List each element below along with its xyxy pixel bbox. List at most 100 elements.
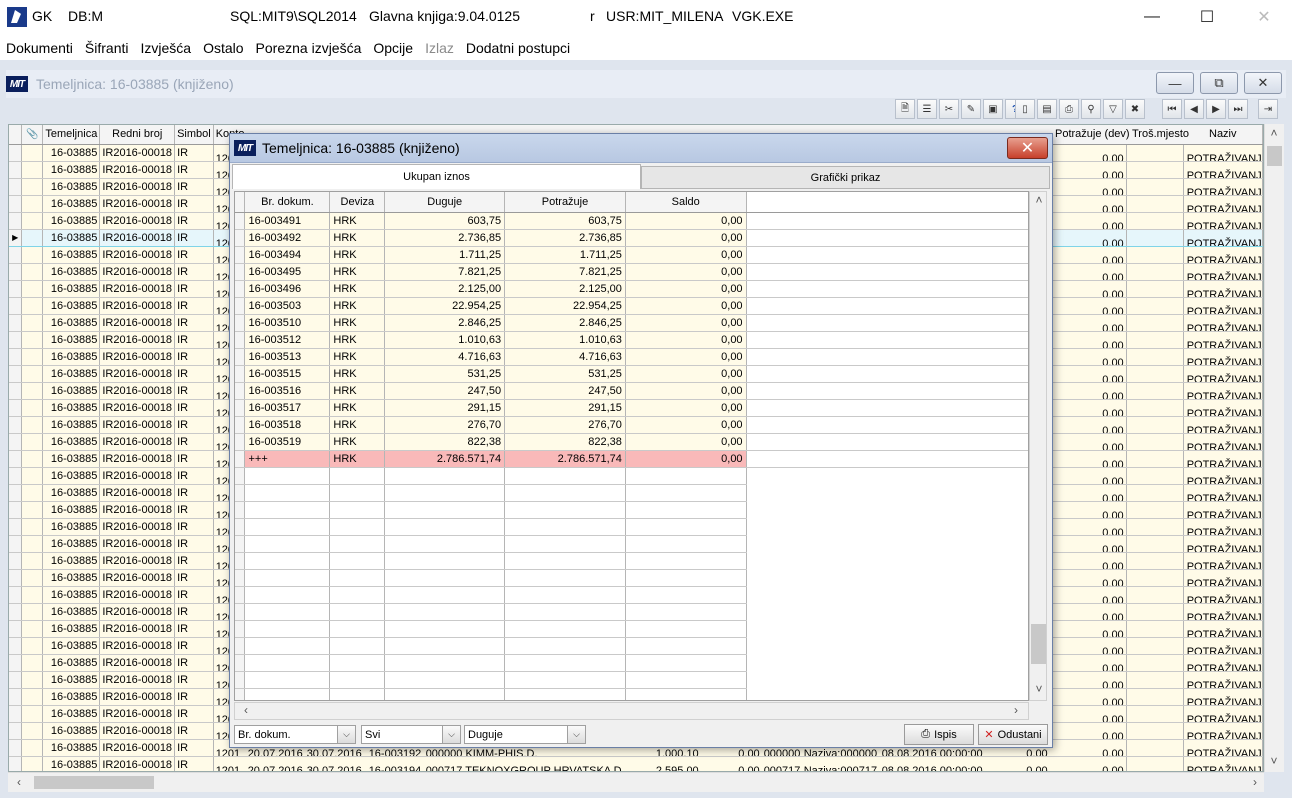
col-deviza[interactable]: Deviza	[329, 192, 386, 213]
exit-icon[interactable]: ⇥	[1258, 99, 1278, 119]
chevron-down-icon[interactable]: ⌵	[337, 726, 355, 743]
cell-duguje: 2.736,85	[384, 229, 506, 247]
menu-izvjesca[interactable]: Izvješća	[135, 40, 198, 56]
cell-temeljnica: 16-03885	[42, 450, 101, 468]
col-br-dokum[interactable]: Br. dokum.	[244, 192, 331, 213]
menu-opcije[interactable]: Opcije	[367, 40, 419, 56]
open-icon[interactable]: ▤	[1037, 99, 1057, 119]
col-potrazuje-dev[interactable]: Potražuje (dev)	[1055, 128, 1130, 140]
dialog-scroll-thumb[interactable]	[1031, 624, 1046, 664]
summary-row[interactable]: 16-003513 HRK 4.716,63 4.716,63 0,00	[235, 348, 1028, 366]
col-potrazuje[interactable]: Potražuje	[504, 192, 626, 213]
dialog-vertical-scrollbar[interactable]: ˄ ˅	[1029, 191, 1047, 701]
documents-icon[interactable]: ☰	[917, 99, 937, 119]
cell-redni-broj: IR2016-00018	[99, 637, 176, 655]
dialog-scroll-right-icon[interactable]: ›	[1007, 703, 1025, 717]
menu-izlaz[interactable]: Izlaz	[419, 40, 460, 56]
scroll-down-icon[interactable]: ˅	[1265, 754, 1283, 768]
close-button[interactable]: ✕	[1241, 4, 1287, 30]
child-restore-button[interactable]: ⧉	[1200, 72, 1238, 94]
tab-ukupan-iznos[interactable]: Ukupan iznos	[232, 164, 641, 189]
tab-graficki-prikaz[interactable]: Grafički prikaz	[641, 166, 1050, 189]
prev-record-icon[interactable]: ◀	[1184, 99, 1204, 119]
print-button[interactable]: ⎙ Ispis	[904, 724, 974, 745]
cell-naziv: POTRAŽIVANJA	[1186, 543, 1263, 552]
maximize-button[interactable]: ☐	[1184, 4, 1230, 30]
summary-row[interactable]: 16-003491 HRK 603,75 603,75 0,00	[235, 212, 1028, 230]
cell-potrazuje-dev: 0,00	[1102, 152, 1124, 161]
scroll-thumb[interactable]	[1267, 146, 1282, 166]
col-naziv[interactable]: Naziv	[1209, 128, 1237, 140]
cell-redni-broj: IR2016-00018	[99, 722, 176, 740]
dialog-scroll-down-icon[interactable]: ˅	[1030, 682, 1048, 696]
hscroll-thumb[interactable]	[34, 776, 154, 789]
summary-row[interactable]: 16-003503 HRK 22.954,25 22.954,25 0,00	[235, 297, 1028, 315]
cell-potrazuje	[504, 620, 626, 638]
summary-row[interactable]: 16-003519 HRK 822,38 822,38 0,00	[235, 433, 1028, 451]
dialog-close-button[interactable]: ✕	[1007, 137, 1048, 159]
child-minimize-button[interactable]: —	[1156, 72, 1194, 94]
col-temeljnica[interactable]: Temeljnica	[42, 125, 101, 145]
dialog-horizontal-scrollbar[interactable]: ‹ ›	[234, 702, 1029, 720]
sort-field-select[interactable]: Br. dokum. ⌵	[234, 725, 356, 744]
first-record-icon[interactable]: ⏮	[1162, 99, 1182, 119]
dialog-scroll-left-icon[interactable]: ‹	[237, 703, 255, 717]
grid-horizontal-scrollbar[interactable]: ‹ ›	[8, 772, 1264, 792]
summary-row[interactable]: 16-003492 HRK 2.736,85 2.736,85 0,00	[235, 229, 1028, 247]
total-row[interactable]: +++ HRK 2.786.571,74 2.786.571,74 0,00	[235, 450, 1028, 468]
amount-side-select[interactable]: Duguje ⌵	[464, 725, 586, 744]
col-saldo[interactable]: Saldo	[625, 192, 747, 213]
cell-duguje	[384, 552, 506, 570]
monitor-icon[interactable]: ▣	[983, 99, 1003, 119]
cell-temeljnica: 16-03885	[42, 195, 101, 213]
summary-row[interactable]: 16-003517 HRK 291,15 291,15 0,00	[235, 399, 1028, 417]
cell-potrazuje-dev: 0,00	[1102, 713, 1124, 722]
col-duguje[interactable]: Duguje	[384, 192, 506, 213]
child-close-button[interactable]: ✕	[1244, 72, 1282, 94]
attach-icon[interactable]: ✂	[939, 99, 959, 119]
cell-duguje: 22.954,25	[384, 297, 506, 315]
filter-icon[interactable]: ▽	[1103, 99, 1123, 119]
cell-saldo: 0,00	[625, 331, 747, 349]
menu-sifranti[interactable]: Šifranti	[79, 40, 135, 56]
menu-dokumenti[interactable]: Dokumenti	[0, 40, 79, 56]
journal-row[interactable]: 16-03885 IR2016-00018 IR 1201 20.07.2016 30.0…	[9, 756, 1263, 771]
document-icon[interactable]: 🗎	[895, 99, 915, 119]
col-redni-broj[interactable]: Redni broj	[99, 125, 176, 145]
grid-vertical-scrollbar[interactable]: ˄ ˅	[1264, 124, 1284, 772]
dialog-scroll-up-icon[interactable]: ˄	[1030, 193, 1048, 207]
currency-filter-select[interactable]: Svi ⌵	[361, 725, 461, 744]
menu-dodatni-postupci[interactable]: Dodatni postupci	[460, 40, 576, 56]
summary-row[interactable]: 16-003494 HRK 1.711,25 1.711,25 0,00	[235, 246, 1028, 264]
minimize-button[interactable]: —	[1129, 4, 1175, 30]
chevron-down-icon[interactable]: ⌵	[442, 726, 460, 743]
summary-row[interactable]: 16-003516 HRK 247,50 247,50 0,00	[235, 382, 1028, 400]
search-icon[interactable]: ⚲	[1081, 99, 1101, 119]
cell-br-dokum: 16-003491	[244, 212, 331, 230]
cell-redni-broj: IR2016-00018	[99, 756, 176, 771]
summary-row[interactable]: 16-003496 HRK 2.125,00 2.125,00 0,00	[235, 280, 1028, 298]
menu-porezna-izvjesca[interactable]: Porezna izvješća	[250, 40, 368, 56]
scroll-up-icon[interactable]: ˄	[1265, 126, 1283, 140]
cancel-button[interactable]: ✕ Odustani	[978, 724, 1048, 745]
empty-row	[235, 603, 1028, 621]
summary-row[interactable]: 16-003512 HRK 1.010,63 1.010,63 0,00	[235, 331, 1028, 349]
col-tros-mjesto[interactable]: Troš.mjesto	[1132, 128, 1189, 140]
summary-row[interactable]: 16-003495 HRK 7.821,25 7.821,25 0,00	[235, 263, 1028, 281]
summary-row[interactable]: 16-003515 HRK 531,25 531,25 0,00	[235, 365, 1028, 383]
scroll-right-icon[interactable]: ›	[1246, 775, 1264, 789]
summary-row[interactable]: 16-003518 HRK 276,70 276,70 0,00	[235, 416, 1028, 434]
clear-filter-icon[interactable]: ✖	[1125, 99, 1145, 119]
new-icon[interactable]: ▯	[1015, 99, 1035, 119]
scroll-left-icon[interactable]: ‹	[10, 775, 28, 789]
menu-ostalo[interactable]: Ostalo	[197, 40, 249, 56]
print-icon[interactable]: ⎙	[1059, 99, 1079, 119]
col-simbol[interactable]: Simbol	[174, 125, 214, 145]
next-record-icon[interactable]: ▶	[1206, 99, 1226, 119]
cell-redni-broj: IR2016-00018	[99, 161, 176, 179]
last-record-icon[interactable]: ⏭	[1228, 99, 1248, 119]
chevron-down-icon[interactable]: ⌵	[567, 726, 585, 743]
summary-row[interactable]: 16-003510 HRK 2.846,25 2.846,25 0,00	[235, 314, 1028, 332]
edit-icon[interactable]: ✎	[961, 99, 981, 119]
cell-br-dokum	[244, 688, 331, 700]
